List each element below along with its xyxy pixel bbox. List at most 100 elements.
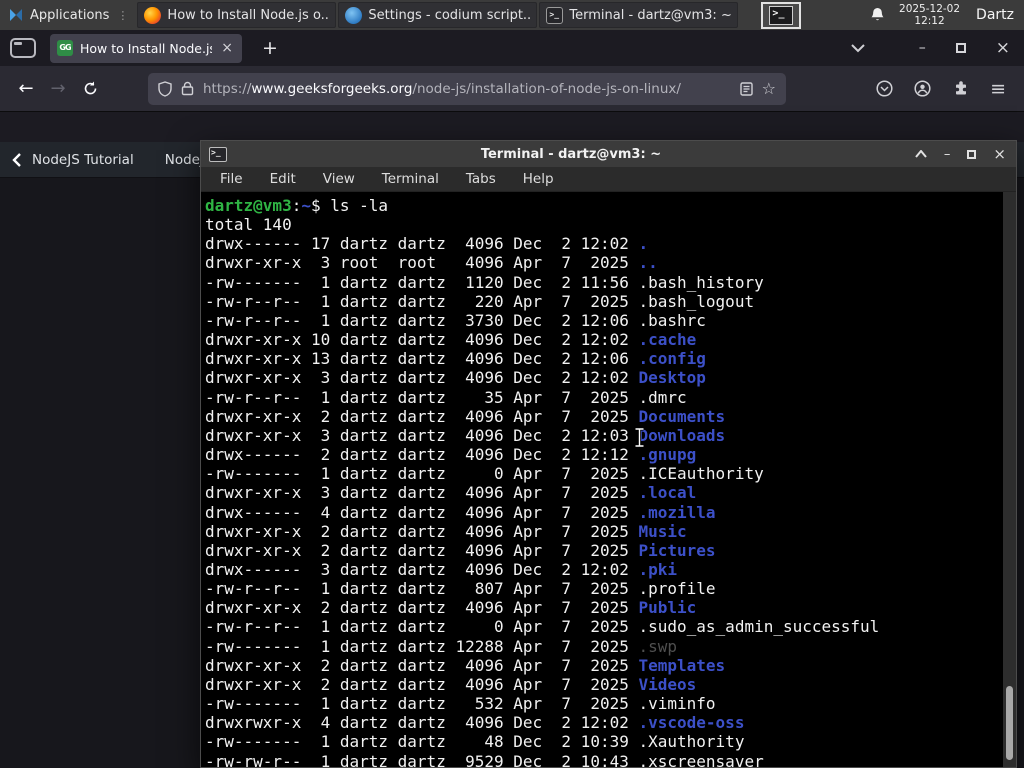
url-domain: www.geeksforgeeks.org [251,80,413,97]
terminal-output-line: drwxr-xr-x 3 dartz dartz 4096 Dec 2 12:0… [205,426,1016,445]
terminal-minimize-button[interactable]: – [944,148,951,161]
window-close-button[interactable]: × [996,40,1010,57]
terminal-maximize-button[interactable] [967,149,977,159]
listing-filename: .ICEauthority [638,464,764,484]
terminal-shade-button[interactable] [915,150,927,158]
terminal-prompt-line: dartz@vm3:~$ ls -la [205,196,1016,215]
account-icon[interactable] [914,80,931,97]
terminal-output-line: -rw------- 1 dartz dartz 1120 Dec 2 11:5… [205,273,1016,292]
window-minimize-button[interactable]: – [919,41,926,55]
listing-columns: -rw------- 1 dartz dartz 12288 Apr 7 202… [205,636,639,656]
terminal-output-line: drwxr-xr-x 3 dartz dartz 4096 Apr 7 2025… [205,483,1016,502]
terminal-output-line: drwxr-xr-x 2 dartz dartz 4096 Apr 7 2025… [205,656,1016,675]
lock-icon[interactable] [181,81,194,96]
listing-filename: .bashrc [638,310,706,330]
terminal-title: Terminal - dartz@vm3: ~ [480,146,662,162]
bell-icon [871,8,884,21]
listing-columns: -rw-r--r-- 1 dartz dartz 807 Apr 7 2025 [205,579,639,599]
listing-columns: drwx------ 4 dartz dartz 4096 Apr 7 2025 [205,502,639,522]
terminal-menu-terminal[interactable]: Terminal [382,171,439,187]
toolbar-right-icons: ≡ [876,78,1006,100]
terminal-window: Terminal - dartz@vm3: ~ – × File Edit View… [200,140,1017,768]
terminal-output-line: -rw-r--r-- 1 dartz dartz 807 Apr 7 2025 … [205,579,1016,598]
listing-columns: -rw------- 1 dartz dartz 532 Apr 7 2025 [205,694,639,714]
listing-columns: -rw-r--r-- 1 dartz dartz 3730 Dec 2 12:0… [205,310,639,330]
nav-scroll-left-chevron-icon[interactable] [12,152,22,167]
url-text[interactable]: https://www.geeksforgeeks.org/node-js/in… [203,81,731,97]
terminal-menu-bar: File Edit View Terminal Tabs Help [201,167,1016,192]
taskbar-button-firefox[interactable]: How to Install Node.js o... [137,2,337,28]
back-button[interactable]: ← [10,73,42,105]
reload-icon [84,81,96,95]
terminal-menu-view[interactable]: View [323,171,355,187]
listing-columns: drwxr-xr-x 3 dartz dartz 4096 Apr 7 2025 [205,483,639,503]
prompt-path: ~ [301,196,311,215]
menu-hamburger-icon[interactable]: ≡ [990,78,1006,100]
url-scheme: https:// [203,80,252,97]
terminal-icon [546,6,564,24]
bookmark-star-icon[interactable]: ☆ [762,79,776,98]
terminal-menu-tabs[interactable]: Tabs [466,171,496,187]
listing-filename: . [638,234,649,254]
reload-button[interactable] [74,73,106,105]
prompt-colon: : [291,196,302,215]
taskbar-button-codium[interactable]: Settings - codium script... [338,2,538,28]
reader-mode-icon[interactable] [739,81,753,96]
new-tab-button[interactable]: + [256,37,284,59]
terminal-scrollbar-track[interactable] [1003,192,1016,767]
terminal-menu-edit[interactable]: Edit [270,171,296,187]
terminal-output-line: -rw------- 1 dartz dartz 12288 Apr 7 202… [205,637,1016,656]
panel-clock[interactable]: 2025-12-02 12:12 [899,3,960,27]
terminal-scrollbar-thumb[interactable] [1006,686,1013,760]
listing-columns: drwxr-xr-x 13 dartz dartz 4096 Dec 2 12:… [205,349,639,369]
prompt-user-host: dartz@vm3 [205,196,292,215]
url-bar[interactable]: https://www.geeksforgeeks.org/node-js/in… [148,72,786,105]
pocket-icon[interactable] [876,80,893,97]
terminal-menu-file[interactable]: File [220,171,243,187]
listing-filename: .swp [638,636,678,656]
list-all-tabs-chevron-icon[interactable] [851,43,865,53]
listing-filename: .xscreensaver [638,751,764,767]
terminal-output-line: -rw-r--r-- 1 dartz dartz 3730 Dec 2 12:0… [205,311,1016,330]
terminal-output-line: -rw------- 1 dartz dartz 532 Apr 7 2025 … [205,694,1016,713]
terminal-output-line: drwx------ 3 dartz dartz 4096 Dec 2 12:0… [205,560,1016,579]
browser-tab-active[interactable]: GG How to Install Node.js on × [50,33,242,63]
mouse-ibeam-cursor [633,427,646,448]
terminal-output-line: drwxr-xr-x 2 dartz dartz 4096 Apr 7 2025… [205,407,1016,426]
terminal-output-line: drwx------ 4 dartz dartz 4096 Apr 7 2025… [205,503,1016,522]
taskbar-button-label: How to Install Node.js o... [167,7,330,23]
listing-columns: -rw------- 1 dartz dartz 48 Dec 2 10:39 [205,732,639,752]
listing-filename: Music [638,521,687,541]
terminal-output-line: -rw-r--r-- 1 dartz dartz 0 Apr 7 2025 .s… [205,617,1016,636]
tracking-protection-shield-icon[interactable] [158,80,172,97]
listing-filename: .cache [638,330,697,350]
terminal-menu-help[interactable]: Help [523,171,554,187]
terminal-close-button[interactable]: × [993,146,1006,161]
notifications-bell-icon[interactable] [870,7,885,23]
firefox-view-icon[interactable] [10,38,36,58]
site-nav-link[interactable]: NodeJS Tutorial [32,152,134,168]
applications-menu-button[interactable]: Applications ⋮ [0,0,136,30]
terminal-icon [209,146,227,162]
tab-close-icon[interactable]: × [219,40,235,56]
terminal-title-bar[interactable]: Terminal - dartz@vm3: ~ – × [201,141,1016,167]
forward-button[interactable]: → [42,73,74,105]
terminal-total-line: total 140 [205,215,292,235]
terminal-output[interactable]: dartz@vm3:~$ ls -la total 140 drwx------… [201,192,1016,767]
taskbar-button-terminal[interactable]: Terminal - dartz@vm3: ~ [539,2,739,28]
desktop: Applications ⋮ How to Install Node.js o.… [0,0,1024,768]
listing-filename: Documents [638,406,726,426]
listing-columns: drwxr-xr-x 2 dartz dartz 4096 Apr 7 2025 [205,540,639,560]
listing-filename: .pki [638,559,678,579]
listing-columns: drwxr-xr-x 3 dartz dartz 4096 Dec 2 12:0… [205,368,639,388]
terminal-output-line: drwxr-xr-x 2 dartz dartz 4096 Apr 7 2025… [205,598,1016,617]
listing-columns: drwxrwxr-x 4 dartz dartz 4096 Dec 2 12:0… [205,713,639,733]
listing-columns: drwx------ 2 dartz dartz 4096 Dec 2 12:1… [205,445,639,465]
panel-username[interactable]: Dartz [976,7,1014,23]
window-maximize-button[interactable] [955,43,966,53]
listing-columns: drwxr-xr-x 3 dartz dartz 4096 Dec 2 12:0… [205,425,639,445]
tray-terminal-icon[interactable] [761,1,802,29]
listing-filename: Downloads [638,425,726,445]
extensions-puzzle-icon[interactable] [952,80,969,97]
listing-filename: .config [638,349,706,369]
